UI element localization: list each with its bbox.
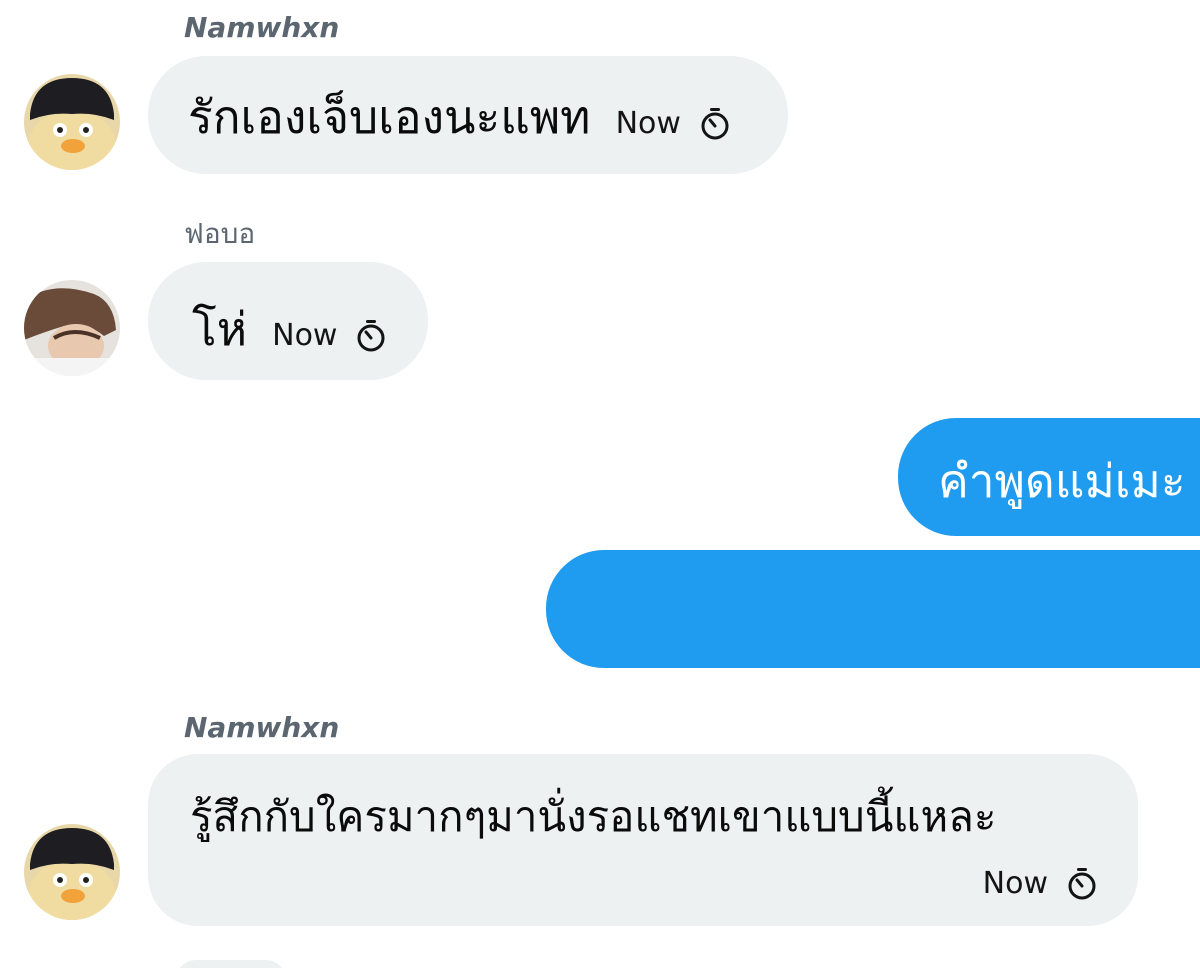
outgoing-message-bubble[interactable] xyxy=(546,550,1200,668)
message-time: Now xyxy=(982,866,1048,901)
stopwatch-icon xyxy=(701,107,729,139)
sender-name: Namwhxn xyxy=(184,11,340,44)
message-text: โห่ xyxy=(192,302,248,356)
duck-avatar[interactable] xyxy=(24,824,120,920)
message-meta: Now xyxy=(983,866,1098,901)
message-time: Now xyxy=(615,106,681,141)
duck-avatar[interactable] xyxy=(24,74,120,170)
message-text: รักเองเจ็บเองนะแพท xyxy=(188,90,591,144)
stopwatch-icon xyxy=(1068,867,1096,899)
message-text: คำพูดแม่เมะ xyxy=(938,454,1186,508)
outgoing-message-bubble[interactable]: คำพูดแม่เมะ xyxy=(898,418,1200,536)
message-text: รู้สึกกับใครมากๆมานั่งรอแชทเขาแบบนี้แหละ xyxy=(190,792,997,841)
message-meta: Now xyxy=(272,318,387,353)
message-bubble[interactable]: รู้สึกกับใครมากๆมานั่งรอแชทเขาแบบนี้แหละ… xyxy=(148,754,1138,926)
stopwatch-icon xyxy=(357,319,385,351)
person-avatar[interactable] xyxy=(24,280,120,376)
sender-name: Namwhxn xyxy=(184,711,340,744)
partial-message-bubble xyxy=(176,960,286,968)
chat-thread[interactable]: Namwhxn รักเองเจ็บเองนะแพท Now ฟอบอ โห่ … xyxy=(0,0,1200,968)
message-meta: Now xyxy=(616,106,731,141)
message-time: Now xyxy=(272,318,338,353)
message-bubble[interactable]: รักเองเจ็บเองนะแพท Now xyxy=(148,56,788,174)
sender-name: ฟอบอ xyxy=(184,217,256,250)
message-bubble[interactable]: โห่ Now xyxy=(148,262,428,380)
